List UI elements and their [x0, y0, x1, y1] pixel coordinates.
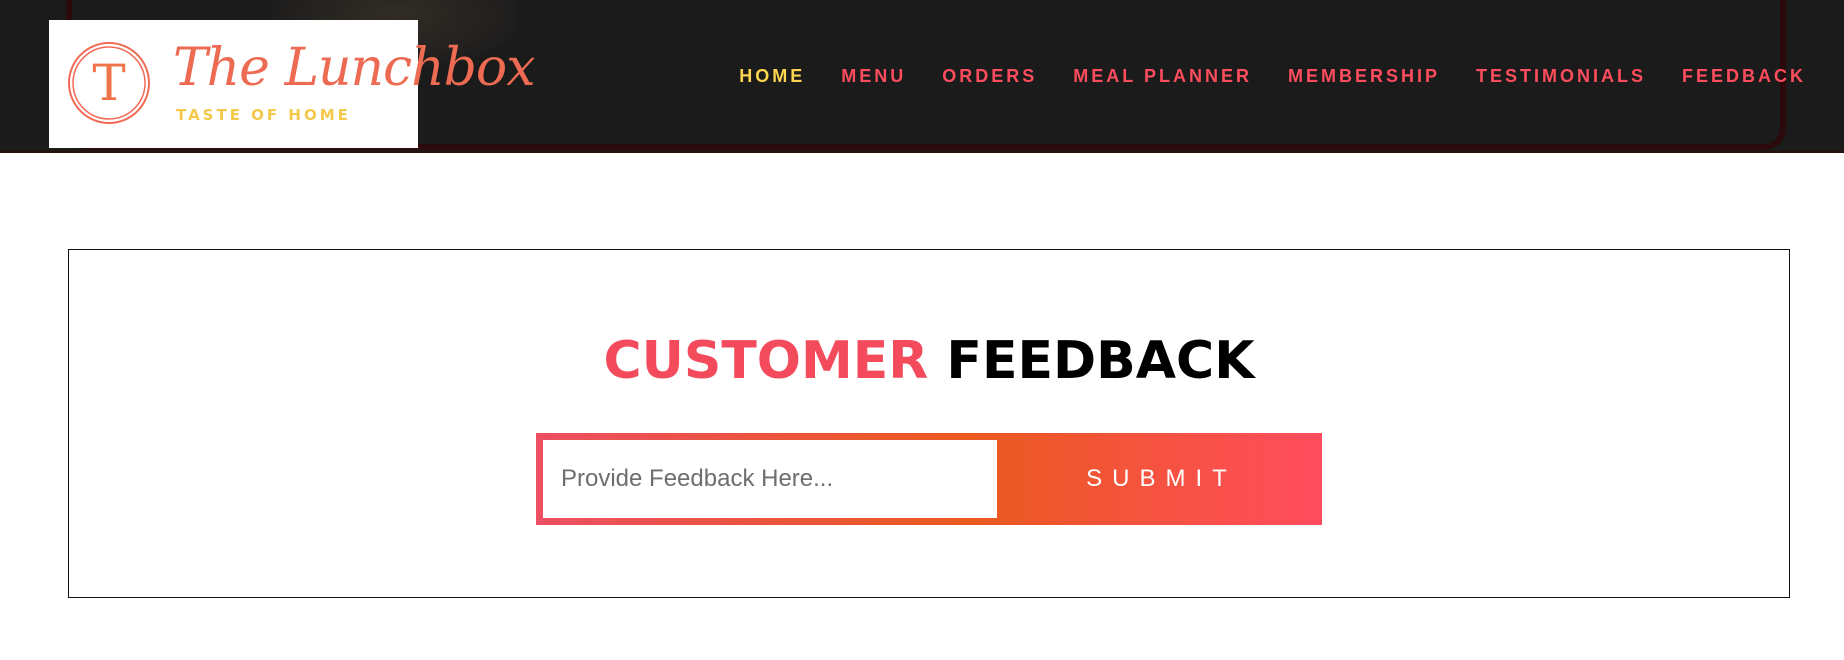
site-header: T The Lunchbox TASTE OF HOME HOME MENU O… [0, 0, 1844, 153]
site-logo[interactable]: T The Lunchbox TASTE OF HOME [49, 20, 536, 148]
nav-item-meal-planner[interactable]: MEAL PLANNER [1073, 66, 1252, 87]
main-nav: HOME MENU ORDERS MEAL PLANNER MEMBERSHIP… [739, 66, 1806, 87]
brand-tagline: TASTE OF HOME [176, 106, 351, 124]
submit-button[interactable]: SUBMIT [997, 433, 1322, 525]
logo-initial: T [92, 54, 125, 112]
nav-item-home[interactable]: HOME [739, 66, 805, 87]
nav-item-membership[interactable]: MEMBERSHIP [1288, 66, 1440, 87]
brand-name: The Lunchbox [173, 38, 536, 98]
feedback-title-accent: CUSTOMER [603, 331, 929, 391]
feedback-section: CUSTOMER FEEDBACK SUBMIT [68, 249, 1790, 598]
nav-item-orders[interactable]: ORDERS [942, 66, 1037, 87]
feedback-title-rest: FEEDBACK [946, 331, 1255, 391]
feedback-title: CUSTOMER FEEDBACK [69, 330, 1789, 392]
nav-item-menu[interactable]: MENU [841, 66, 906, 87]
nav-item-testimonials[interactable]: TESTIMONIALS [1476, 66, 1646, 87]
feedback-input[interactable] [543, 440, 997, 518]
feedback-form: SUBMIT [536, 433, 1322, 525]
logo-circle-icon: T [68, 42, 150, 124]
nav-item-feedback[interactable]: FEEDBACK [1682, 66, 1806, 87]
